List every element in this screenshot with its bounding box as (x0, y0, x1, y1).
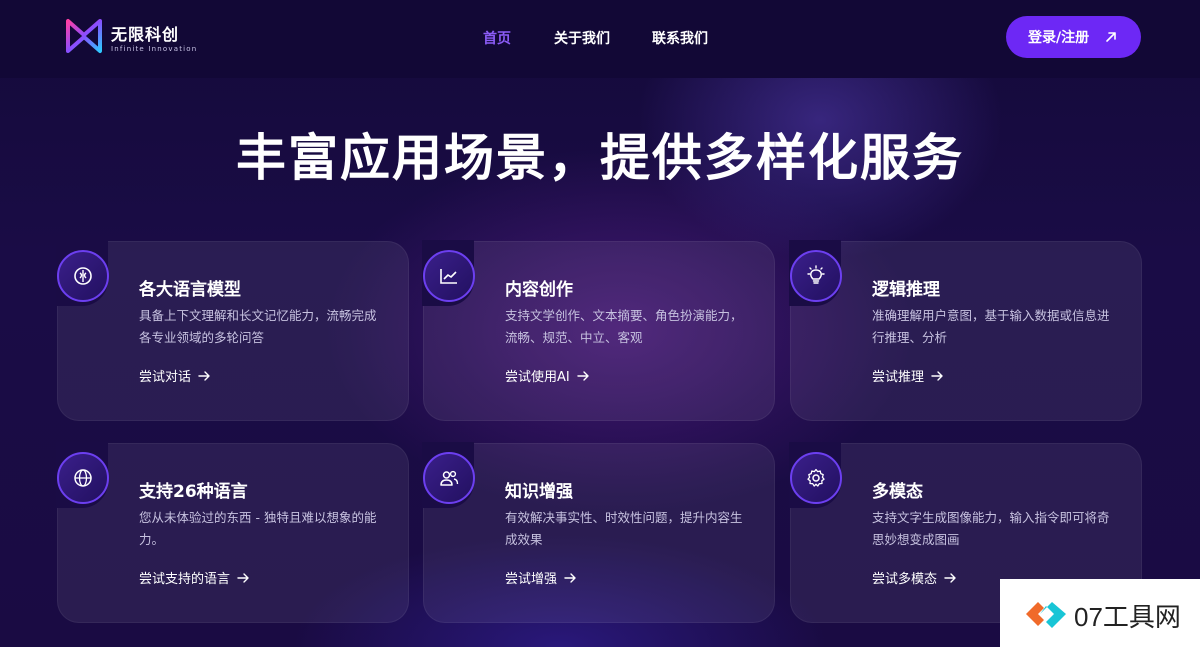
hero-title: 丰富应用场景，提供多样化服务 (236, 129, 964, 187)
chart-icon (423, 250, 475, 302)
users-icon (423, 452, 475, 504)
watermark: 07工具网 (1000, 579, 1200, 647)
arrow-right-icon (237, 572, 249, 583)
feature-card-reasoning: 逻辑推理 准确理解用户意图，基于输入数据或信息进行推理、分析 尝试推理 (789, 240, 1142, 421)
arrow-right-icon (944, 572, 956, 583)
arrow-right-icon (931, 370, 943, 381)
arrow-right-icon (577, 370, 589, 381)
card-description: 支持文学创作、文本摘要、角色扮演能力，流畅、规范、中立、客观 (505, 308, 743, 345)
card-title: 支持26种语言 (139, 482, 248, 502)
nav-home[interactable]: 首页 (483, 28, 511, 48)
card-link-try-ai[interactable]: 尝试使用AI (505, 366, 590, 385)
arrow-right-icon (198, 370, 210, 381)
card-link-try-enhance[interactable]: 尝试增强 (505, 568, 577, 587)
gear-icon (790, 452, 842, 504)
card-link-try-multimodal[interactable]: 尝试多模态 (872, 568, 957, 587)
lightbulb-icon (790, 250, 842, 302)
card-link-label: 尝试支持的语言 (139, 572, 231, 587)
card-link-try-chat[interactable]: 尝试对话 (139, 366, 211, 385)
card-description: 有效解决事实性、时效性问题，提升内容生成效果 (505, 510, 743, 547)
brain-icon (57, 250, 109, 302)
feature-card-language-models: 各大语言模型 具备上下文理解和长文记忆能力，流畅完成各专业领域的多轮问答 尝试对… (56, 240, 409, 421)
watermark-logo-icon (1026, 602, 1066, 628)
card-link-label: 尝试增强 (505, 572, 558, 587)
globe-icon (57, 452, 109, 504)
card-description: 准确理解用户意图，基于输入数据或信息进行推理、分析 (872, 308, 1110, 345)
nav-about[interactable]: 关于我们 (554, 28, 610, 48)
card-description: 具备上下文理解和长文记忆能力，流畅完成各专业领域的多轮问答 (139, 308, 377, 345)
card-link-try-reasoning[interactable]: 尝试推理 (872, 366, 944, 385)
card-title: 各大语言模型 (139, 280, 241, 300)
card-link-label: 尝试多模态 (872, 572, 938, 587)
feature-card-languages: 支持26种语言 您从未体验过的东西 - 独特且难以想象的能力。 尝试支持的语言 (56, 442, 409, 623)
arrow-right-icon (564, 572, 576, 583)
card-link-label: 尝试对话 (139, 370, 192, 385)
card-link-label: 尝试使用AI (505, 370, 570, 385)
card-title: 内容创作 (505, 280, 573, 300)
watermark-text: 07工具网 (1074, 602, 1181, 632)
feature-card-content-creation: 内容创作 支持文学创作、文本摘要、角色扮演能力，流畅、规范、中立、客观 尝试使用… (422, 240, 775, 421)
card-title: 逻辑推理 (872, 280, 940, 300)
feature-card-knowledge: 知识增强 有效解决事实性、时效性问题，提升内容生成效果 尝试增强 (422, 442, 775, 623)
login-button-label: 登录/注册 (1028, 30, 1090, 46)
card-title: 知识增强 (505, 482, 573, 502)
nav-contact[interactable]: 联系我们 (652, 28, 708, 48)
login-register-button[interactable]: 登录/注册 (1006, 16, 1141, 58)
card-description: 支持文字生成图像能力，输入指令即可将奇思妙想变成图画 (872, 510, 1110, 547)
card-title: 多模态 (872, 482, 923, 502)
card-link-try-languages[interactable]: 尝试支持的语言 (139, 568, 250, 587)
card-description: 您从未体验过的东西 - 独特且难以想象的能力。 (139, 510, 377, 547)
header: 无限科创 Infinite Innovation 首页 关于我们 联系我们 登录… (0, 0, 1200, 78)
card-link-label: 尝试推理 (872, 370, 925, 385)
arrow-up-right-icon (1106, 32, 1116, 42)
